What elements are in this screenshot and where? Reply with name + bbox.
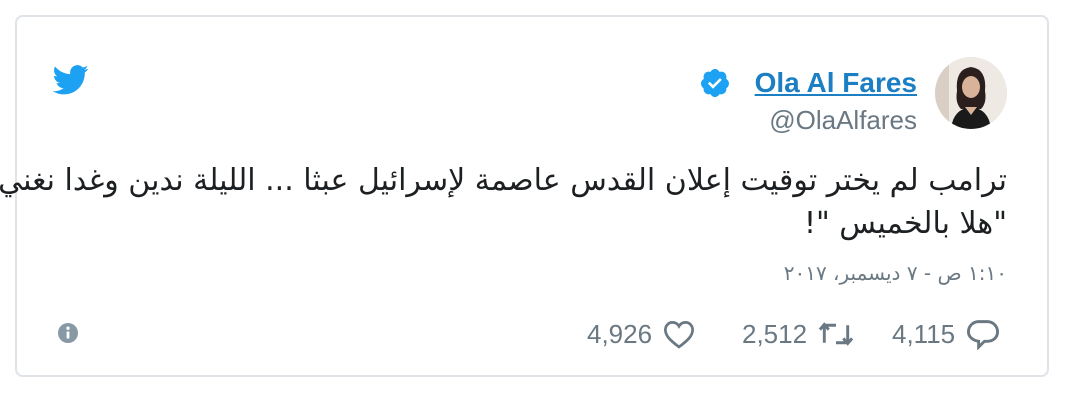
tweet-text-line: "هلا بالخميس "! xyxy=(803,206,1007,241)
reply-icon xyxy=(965,318,1001,350)
info-icon[interactable] xyxy=(57,322,79,344)
author-name[interactable]: Ola Al Fares xyxy=(755,67,917,99)
retweet-count: 2,512 xyxy=(742,318,808,349)
avatar[interactable] xyxy=(935,57,1007,129)
tweet-timestamp[interactable]: ١:١٠ ص - ٧ ديسمبر، ٢٠١٧ xyxy=(784,261,1007,285)
like-count: 4,926 xyxy=(587,318,653,349)
tweet-text: ترامب لم يختر توقيت إعلان القدس عاصمة لإ… xyxy=(0,159,1007,245)
author-handle[interactable]: @OlaAlfares xyxy=(769,105,917,136)
tweet-card: Ola Al Fares @OlaAlfares ترامب لم يختر ت… xyxy=(0,15,1049,377)
twitter-bird-icon[interactable] xyxy=(52,65,89,95)
tweet-text-line: ترامب لم يختر توقيت إعلان القدس عاصمة لإ… xyxy=(0,163,1007,198)
like-button[interactable]: 4,926 xyxy=(587,317,696,351)
reply-count: 4,115 xyxy=(892,318,956,349)
heart-icon xyxy=(662,319,696,349)
retweet-button[interactable]: 2,512 xyxy=(742,317,855,351)
retweet-icon xyxy=(817,319,855,349)
verified-badge-icon xyxy=(699,67,731,99)
reply-button[interactable]: 4,115 xyxy=(892,317,1001,351)
